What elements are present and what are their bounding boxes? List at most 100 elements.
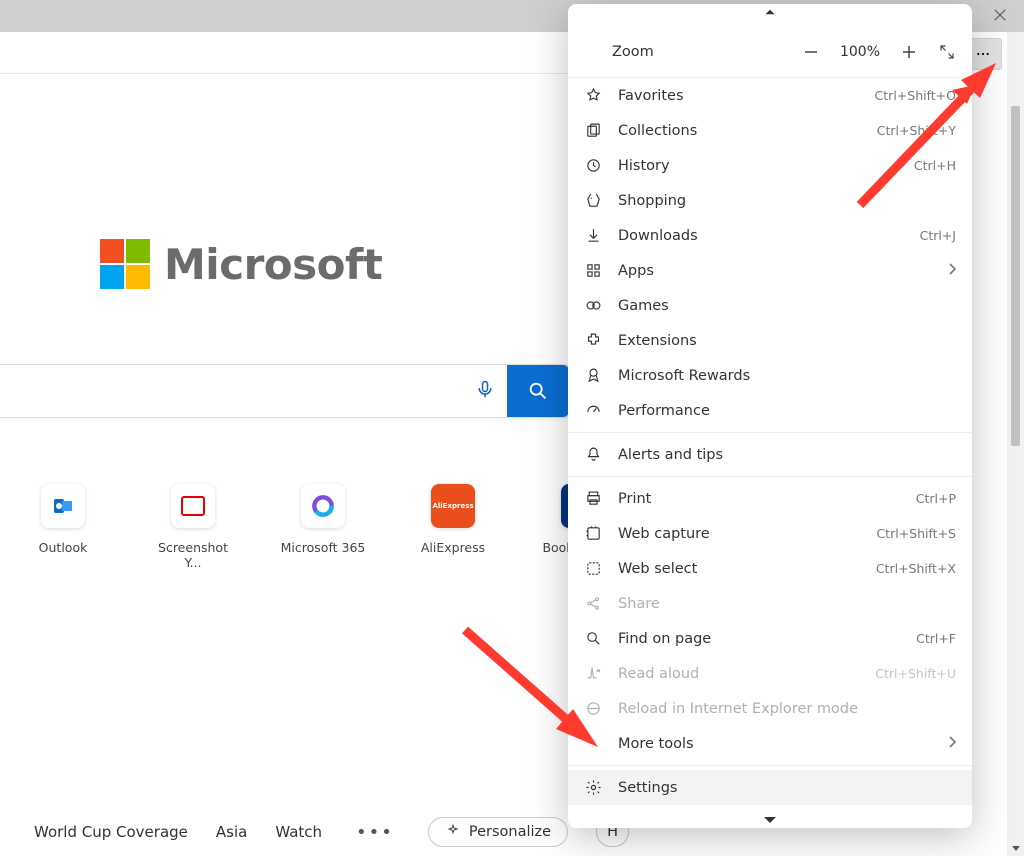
rewards-icon — [584, 367, 602, 384]
favorites-icon — [584, 87, 602, 104]
read-icon — [584, 665, 602, 682]
menu-item-performance[interactable]: Performance — [568, 393, 972, 428]
menu-item-microsoft-rewards[interactable]: Microsoft Rewards — [568, 358, 972, 393]
settings-icon — [584, 779, 602, 796]
menu-item-label: Microsoft Rewards — [618, 368, 956, 384]
quick-link-label: AliExpress — [408, 540, 498, 555]
menu-item-shortcut: Ctrl+Shift+O — [875, 88, 956, 103]
select-icon — [584, 560, 602, 577]
share-icon — [584, 595, 602, 612]
performance-icon — [584, 402, 602, 419]
ellipsis-icon — [975, 46, 991, 62]
quick-link-m365[interactable]: Microsoft 365 — [278, 484, 368, 570]
menu-item-shortcut: Ctrl+Shift+Y — [877, 123, 956, 138]
find-icon — [584, 630, 602, 647]
menu-item-alerts-and-tips[interactable]: Alerts and tips — [568, 437, 972, 472]
search-icon — [527, 380, 549, 402]
quick-link-ss[interactable]: Screenshot Y... — [148, 484, 238, 570]
mic-icon[interactable] — [475, 377, 495, 405]
quick-link-label: Outlook — [18, 540, 108, 555]
menu-item-label: Web select — [618, 561, 860, 577]
menu-item-label: Shopping — [618, 193, 956, 209]
menu-item-label: Settings — [618, 780, 956, 796]
quick-link-outlook[interactable]: Outlook — [18, 484, 108, 570]
menu-item-shortcut: Ctrl+J — [920, 228, 956, 243]
outlook-icon — [41, 484, 85, 528]
quick-links-row: Outlook Screenshot Y... Microsoft 365 AliEx… — [18, 484, 628, 570]
menu-item-downloads[interactable]: Downloads Ctrl+J — [568, 218, 972, 253]
menu-item-history[interactable]: HistoryCtrl+H — [568, 148, 972, 183]
news-link[interactable]: Asia — [216, 823, 247, 841]
menu-item-label: Share — [618, 596, 956, 612]
menu-item-label: Print — [618, 491, 900, 507]
fullscreen-button[interactable] — [938, 43, 956, 61]
menu-item-favorites[interactable]: Favorites Ctrl+Shift+O — [568, 78, 972, 113]
menu-item-more-tools[interactable]: More tools — [568, 726, 972, 761]
personalize-chip[interactable]: Personalize — [428, 817, 568, 847]
sparkle-icon — [445, 824, 461, 840]
menu-item-share: Share — [568, 586, 972, 621]
print-icon — [584, 490, 602, 507]
menu-item-label: Apps — [618, 263, 932, 279]
microsoft-brand-text: Microsoft — [164, 240, 382, 289]
apps-icon — [584, 262, 602, 279]
chevron-right-icon — [948, 736, 956, 752]
menu-item-shortcut: Ctrl+P — [916, 491, 956, 506]
menu-item-label: Alerts and tips — [618, 447, 956, 463]
scrollbar-thumb[interactable] — [1011, 106, 1020, 446]
menu-item-shortcut: Ctrl+Shift+U — [875, 666, 956, 681]
menu-item-label: More tools — [618, 736, 932, 752]
microsoft-logo-icon — [100, 239, 150, 289]
zoom-out-button[interactable] — [802, 43, 820, 61]
zoom-value: 100% — [840, 44, 880, 60]
settings-menu: Zoom 100% Favorites Ctrl+Shift+O Collectio… — [568, 4, 972, 828]
menu-scroll-down-icon[interactable] — [760, 816, 780, 824]
extensions-icon — [584, 332, 602, 349]
menu-item-shortcut: Ctrl+Shift+S — [876, 526, 956, 541]
games-icon — [584, 297, 602, 314]
news-link[interactable]: World Cup Coverage — [34, 823, 188, 841]
m365-icon — [301, 484, 345, 528]
ss-icon — [171, 484, 215, 528]
ie-icon — [584, 700, 602, 717]
menu-item-web-capture[interactable]: Web captureCtrl+Shift+S — [568, 516, 972, 551]
menu-item-find-on-page[interactable]: Find on page Ctrl+F — [568, 621, 972, 656]
zoom-in-button[interactable] — [900, 43, 918, 61]
menu-item-shortcut: Ctrl+F — [916, 631, 956, 646]
menu-item-apps[interactable]: Apps — [568, 253, 972, 288]
alerts-icon — [584, 446, 602, 463]
menu-item-label: Performance — [618, 403, 956, 419]
menu-item-label: Find on page — [618, 631, 900, 647]
zoom-label: Zoom — [612, 44, 802, 60]
menu-item-label: Favorites — [618, 88, 859, 104]
personalize-label: Personalize — [469, 824, 551, 840]
search-bar[interactable] — [0, 364, 570, 418]
capture-icon — [584, 525, 602, 542]
zoom-row: Zoom 100% — [568, 26, 972, 78]
menu-item-label: Read aloud — [618, 666, 859, 682]
menu-item-shopping[interactable]: Shopping — [568, 183, 972, 218]
menu-item-extensions[interactable]: Extensions — [568, 323, 972, 358]
window-close-button[interactable] — [977, 0, 1023, 30]
menu-item-settings[interactable]: Settings — [568, 770, 972, 805]
shopping-icon — [584, 192, 602, 209]
menu-item-label: Downloads — [618, 228, 904, 244]
history-icon — [584, 157, 602, 174]
menu-item-label: Reload in Internet Explorer mode — [618, 701, 956, 717]
chevron-right-icon — [948, 263, 956, 279]
news-link[interactable]: Watch — [275, 823, 322, 841]
quick-link-ali[interactable]: AliExpressAliExpress — [408, 484, 498, 570]
menu-item-shortcut: Ctrl+H — [914, 158, 956, 173]
menu-item-collections[interactable]: Collections Ctrl+Shift+Y — [568, 113, 972, 148]
menu-item-web-select[interactable]: Web selectCtrl+Shift+X — [568, 551, 972, 586]
menu-scroll-up-icon[interactable] — [760, 9, 780, 15]
menu-item-print[interactable]: Print Ctrl+P — [568, 481, 972, 516]
downloads-icon — [584, 227, 602, 244]
news-more[interactable]: ••• — [350, 822, 400, 843]
address-bar-area — [0, 32, 568, 74]
menu-item-label: Collections — [618, 123, 861, 139]
scroll-down-arrow[interactable] — [1007, 839, 1024, 856]
scrollbar-track[interactable] — [1007, 32, 1024, 856]
search-button[interactable] — [507, 365, 569, 417]
menu-item-games[interactable]: Games — [568, 288, 972, 323]
